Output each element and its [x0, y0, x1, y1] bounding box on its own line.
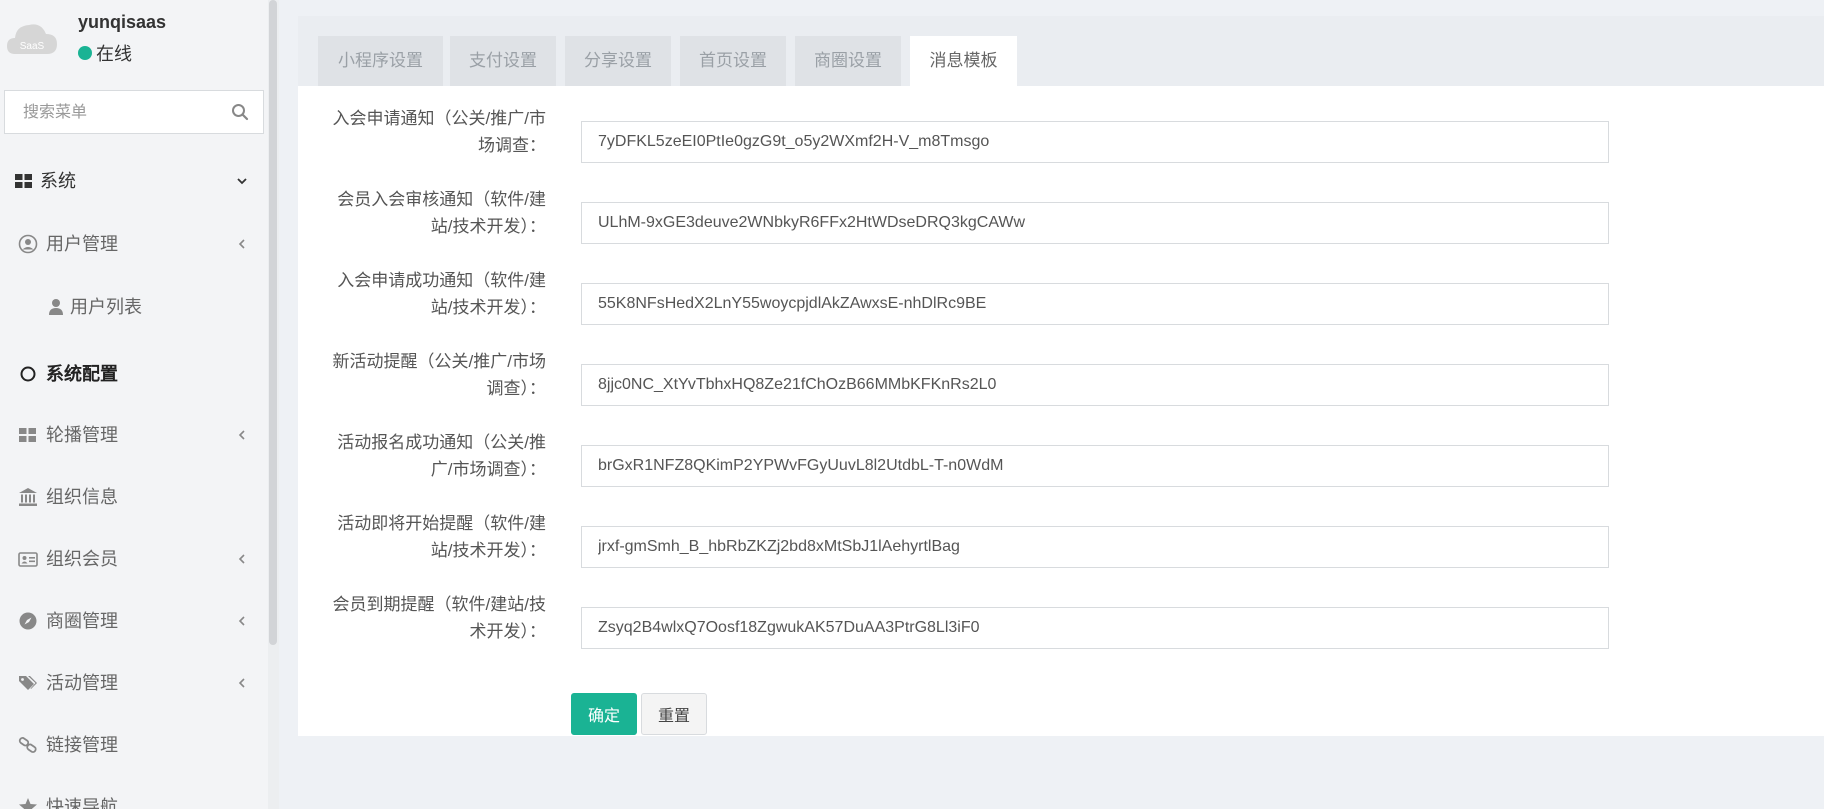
form-row: 新活动提醒（公关/推广/市场 调查）： — [298, 348, 1824, 418]
template-id-input[interactable] — [581, 202, 1609, 244]
page-background — [298, 736, 1824, 809]
template-id-input[interactable] — [581, 121, 1609, 163]
tab-home-settings[interactable]: 首页设置 — [680, 36, 786, 86]
username: yunqisaas — [78, 12, 167, 32]
menu-label: 组织信息 — [46, 487, 118, 507]
menu-label: 商圈管理 — [46, 611, 118, 631]
menu-user-management[interactable]: 用户管理 — [0, 219, 266, 269]
circle-icon — [20, 366, 36, 382]
user-circle-icon — [18, 234, 38, 254]
template-id-input[interactable] — [581, 445, 1609, 487]
form-row: 活动报名成功通知（公关/推 广/市场调查）： — [298, 429, 1824, 499]
tab-share-settings[interactable]: 分享设置 — [565, 36, 671, 86]
menu-label: 系统配置 — [46, 364, 118, 384]
menu-links[interactable]: 链接管理 — [0, 720, 266, 770]
menu-org-info[interactable]: 组织信息 — [0, 472, 266, 522]
compass-icon — [19, 612, 37, 630]
search-icon[interactable] — [231, 103, 249, 121]
menu-label: 系统 — [40, 171, 76, 191]
menu-quick-nav[interactable]: 快速导航 — [0, 782, 266, 809]
chevron-left-icon — [238, 678, 245, 688]
id-card-icon — [18, 552, 38, 567]
form-row: 会员到期提醒（软件/建站/技 术开发）： — [298, 591, 1824, 661]
sidebar: SaaS yunqisaas 在线 系统 用户管理 — [0, 0, 279, 809]
settings-panel: 小程序设置 支付设置 分享设置 首页设置 商圈设置 消息模板 入会申请通知（公关… — [298, 16, 1824, 736]
grid-icon — [19, 428, 36, 442]
tab-payment-settings[interactable]: 支付设置 — [450, 36, 556, 86]
menu-org-members[interactable]: 组织会员 — [0, 534, 266, 584]
field-label: 入会申请通知（公关/推广/市 场调查： — [332, 109, 546, 155]
scrollbar-thumb[interactable] — [269, 0, 277, 645]
menu-label: 用户管理 — [46, 234, 118, 254]
template-id-input[interactable] — [581, 607, 1609, 649]
tab-message-templates[interactable]: 消息模板 — [910, 36, 1017, 86]
bank-icon — [19, 488, 37, 506]
field-label: 活动即将开始提醒（软件/建 站/技术开发）： — [337, 514, 546, 560]
search-input[interactable] — [21, 91, 225, 135]
avatar-text: SaaS — [20, 41, 45, 52]
menu-system[interactable]: 系统 — [0, 156, 266, 206]
chevron-left-icon — [238, 430, 245, 440]
form-row: 入会申请通知（公关/推广/市 场调查： — [298, 105, 1824, 175]
form-row: 入会申请成功通知（软件/建 站/技术开发）： — [298, 267, 1824, 337]
sidebar-scrollbar[interactable] — [268, 0, 279, 809]
form-row: 会员入会审核通知（软件/建 站/技术开发）： — [298, 186, 1824, 256]
avatar[interactable]: SaaS — [5, 16, 59, 58]
menu-business-district[interactable]: 商圈管理 — [0, 596, 266, 646]
tab-bar: 小程序设置 支付设置 分享设置 首页设置 商圈设置 消息模板 — [298, 16, 1824, 86]
template-id-input[interactable] — [581, 283, 1609, 325]
field-label: 新活动提醒（公关/推广/市场 调查）： — [332, 352, 546, 398]
menu-label: 活动管理 — [46, 673, 118, 693]
star-icon — [19, 798, 37, 809]
menu-user-list[interactable]: 用户列表 — [0, 282, 266, 332]
menu-activity[interactable]: 活动管理 — [0, 658, 266, 708]
tags-icon — [19, 676, 37, 690]
link-icon — [18, 737, 37, 753]
field-label: 活动报名成功通知（公关/推 广/市场调查）： — [337, 433, 546, 479]
tab-miniprogram-settings[interactable]: 小程序设置 — [318, 36, 443, 86]
confirm-button[interactable]: 确定 — [571, 693, 637, 735]
chevron-left-icon — [238, 239, 245, 249]
menu-search — [4, 90, 264, 135]
status-text: 在线 — [96, 44, 132, 64]
field-label: 会员入会审核通知（软件/建 站/技术开发）： — [337, 190, 546, 236]
menu-label: 用户列表 — [70, 297, 142, 317]
template-id-input[interactable] — [581, 364, 1609, 406]
chevron-down-icon — [237, 178, 247, 185]
menu-carousel[interactable]: 轮播管理 — [0, 410, 266, 460]
chevron-left-icon — [238, 554, 245, 564]
profile-panel: SaaS yunqisaas 在线 — [0, 0, 266, 80]
field-label: 入会申请成功通知（软件/建 站/技术开发）： — [337, 271, 546, 317]
user-icon — [49, 299, 63, 315]
status-dot-icon — [78, 46, 92, 60]
menu-label: 链接管理 — [46, 735, 118, 755]
menu-label: 轮播管理 — [46, 425, 118, 445]
grid-icon — [15, 174, 32, 188]
reset-button[interactable]: 重置 — [641, 693, 707, 735]
menu-label: 组织会员 — [46, 549, 118, 569]
tab-district-settings[interactable]: 商圈设置 — [795, 36, 901, 86]
menu-system-config[interactable]: 系统配置 — [0, 349, 266, 399]
online-status: 在线 — [78, 40, 132, 66]
menu-label: 快速导航 — [46, 797, 118, 809]
template-id-input[interactable] — [581, 526, 1609, 568]
form-row: 活动即将开始提醒（软件/建 站/技术开发）： — [298, 510, 1824, 580]
chevron-left-icon — [238, 616, 245, 626]
field-label: 会员到期提醒（软件/建站/技 术开发）： — [332, 595, 546, 641]
